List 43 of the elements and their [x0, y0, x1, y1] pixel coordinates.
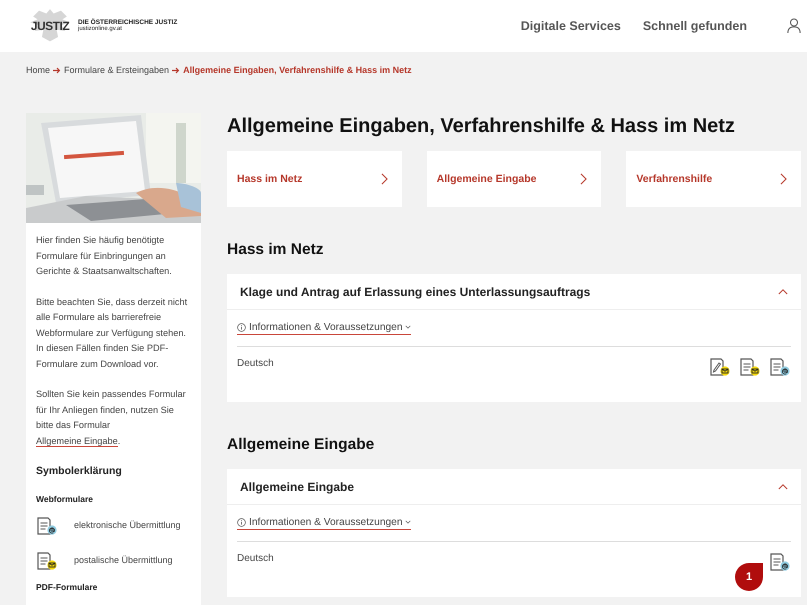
allgemeine-eingabe-link[interactable]: Allgemeine Eingabe — [36, 436, 118, 446]
sidebar-paragraph: Hier finden Sie häufig benötigte Formulare für Einbringungen an Gerichte & Staatsanwaltschaften. — [36, 234, 173, 278]
nav-link[interactable]: Digitale Services — [520, 19, 621, 33]
section-heading: Hass im Netz — [227, 241, 324, 259]
nav-link[interactable]: Schnell gefunden — [642, 19, 747, 33]
sidebar-paragraph: Sollten Sie kein passendes Formular für Ihr Anliegen finden, nutzen Sie bitte das Formular Allgemeine Eingabe. — [36, 388, 187, 448]
info-link[interactable]: Informationen & Voraussetzungen — [237, 516, 412, 530]
web-form-mail-icon[interactable] — [36, 552, 58, 570]
annotation-badge: 1 — [735, 563, 763, 591]
web-form-email-icon[interactable] — [36, 517, 58, 535]
info-icon — [237, 518, 246, 526]
legend-group-title: PDF-Formulare — [36, 581, 98, 594]
legend-label: elektronische Übermittlung — [74, 519, 181, 532]
sidebar-paragraph: Bitte beachten Sie, dass derzeit nicht alle Formulare als barrierefreie Webformulare zur Verfügung stehen. In diesen Fällen finden Sie PDF-Formulare zum Download vor. — [36, 296, 188, 370]
legend-label: postalische Übermittlung — [74, 554, 173, 568]
breadcrumb-link[interactable]: Formulare & Ersteingaben — [64, 65, 170, 75]
chevron-down-icon — [405, 325, 412, 329]
accordion-header[interactable]: Allgemeine Eingabe — [227, 469, 801, 505]
quick-link-card[interactable]: Verfahrenshilfe — [626, 151, 802, 207]
language-label: Deutsch — [237, 553, 274, 564]
page-title: Allgemeine Eingaben, Verfahrenshilfe & Hass im Netz — [227, 115, 736, 138]
user-icon[interactable] — [787, 18, 801, 34]
breadcrumb-link[interactable]: Allgemeine Eingaben, Verfahrenshilfe & Hass im Netz — [183, 65, 412, 75]
arrow-icon — [172, 66, 180, 74]
info-link[interactable]: Informationen & Voraussetzungen — [237, 322, 412, 334]
web-form-mail-icon[interactable] — [739, 358, 761, 376]
web-form-email-icon[interactable] — [769, 553, 791, 571]
legend-group-title: Webformulare — [36, 492, 94, 506]
chevron-down-icon — [405, 520, 412, 524]
chevron-right-icon — [580, 173, 588, 185]
section-heading: Allgemeine Eingabe — [227, 436, 376, 454]
legend-title: Symbolerklärung — [36, 464, 123, 479]
quick-link-card[interactable]: Allgemeine Eingabe — [426, 151, 602, 207]
pdf-form-mail-icon[interactable] — [709, 358, 731, 376]
info-icon — [237, 322, 246, 332]
chevron-right-icon — [380, 173, 388, 185]
chevron-right-icon — [780, 173, 788, 185]
web-form-email-icon[interactable] — [769, 358, 791, 376]
language-label: Deutsch — [237, 358, 274, 369]
arrow-icon — [53, 66, 62, 74]
breadcrumb-link[interactable]: Home — [26, 65, 50, 75]
quick-link-card[interactable]: Hass im Netz — [227, 151, 402, 207]
accordion-header[interactable]: Klage und Antrag auf Erlassung eines Unterlassungsauftrags — [227, 274, 801, 310]
